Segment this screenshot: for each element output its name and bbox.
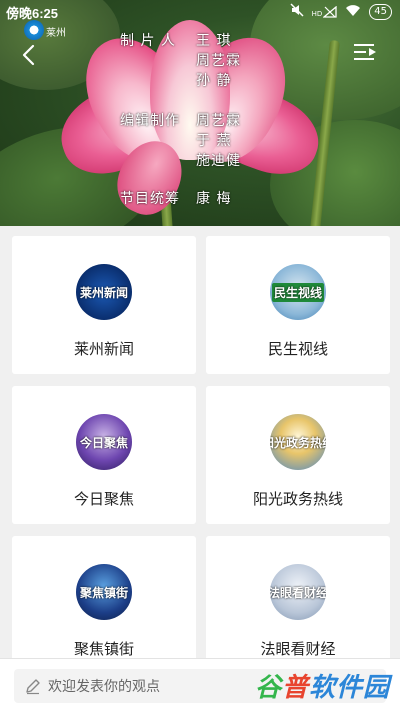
- program-card-fayan[interactable]: 法眼看财经 法眼看财经: [206, 536, 390, 658]
- battery-icon: 45: [369, 4, 392, 20]
- mute-icon: [290, 3, 304, 21]
- jujiao-zhenjie-icon: 聚焦镇街: [76, 564, 132, 620]
- signal-icon: HD: [312, 6, 338, 18]
- comment-placeholder: 欢迎发表你的观点: [48, 679, 160, 695]
- credit-role: 制 片 人: [120, 33, 176, 49]
- credit-name: 孙 静: [196, 73, 232, 89]
- playlist-icon: [354, 44, 376, 60]
- back-button[interactable]: [16, 40, 46, 70]
- minsheng-icon: 民生视线: [270, 264, 326, 320]
- program-label: 法眼看财经: [260, 640, 336, 658]
- jinri-jujiao-icon: 今日聚焦: [76, 414, 132, 470]
- program-card-laizhou-news[interactable]: 莱州新闻 莱州新闻: [12, 236, 196, 374]
- yangguang-icon: 阳光政务热线: [270, 414, 326, 470]
- chevron-left-icon: [22, 44, 35, 66]
- program-card-yangguang[interactable]: 阳光政务热线 阳光政务热线: [206, 386, 390, 524]
- program-card-jujiao-zhenjie[interactable]: 聚焦镇街 聚焦镇街: [12, 536, 196, 658]
- credit-name: 王 琪: [196, 33, 232, 49]
- credit-name: 周艺霖: [196, 113, 241, 129]
- credit-name: 施迪健: [196, 153, 241, 169]
- credit-role: 编辑制作: [120, 113, 180, 129]
- channel-logo-text: 莱州: [46, 28, 66, 39]
- status-bar: 傍晚6:25 HD 45: [0, 0, 400, 24]
- program-label: 阳光政务热线: [252, 490, 343, 508]
- comment-bar: 欢迎发表你的观点 谷普软件园: [0, 658, 400, 711]
- program-label: 今日聚焦: [73, 490, 134, 508]
- credit-name: 周艺霖: [196, 53, 241, 69]
- laizhou-news-icon: 莱州新闻: [76, 264, 132, 320]
- program-label: 莱州新闻: [73, 340, 134, 358]
- credit-name: 于 燕: [196, 133, 232, 149]
- pencil-icon: [26, 679, 40, 695]
- playlist-button[interactable]: [350, 40, 380, 64]
- watermark-logo: 谷普软件园: [254, 673, 390, 703]
- fayan-icon: 法眼看财经: [270, 564, 326, 620]
- program-label: 聚焦镇街: [73, 640, 134, 658]
- program-card-minsheng[interactable]: 民生视线 民生视线: [206, 236, 390, 374]
- program-label: 民生视线: [267, 340, 328, 358]
- credit-role: 节目统筹: [120, 191, 180, 207]
- video-player[interactable]: 制 片 人 王 琪 周艺霖 孙 静 编辑制作 周艺霖 于 燕 施迪健 节目统筹 …: [0, 0, 400, 226]
- channel-logo-icon: [24, 20, 44, 40]
- credit-name: 康 梅: [196, 191, 232, 207]
- wifi-icon: [345, 4, 361, 21]
- program-grid: 莱州新闻 莱州新闻 民生视线 民生视线 今日聚焦 今日聚焦 阳光政务热线 阳光政…: [0, 226, 400, 658]
- program-card-jinri-jujiao[interactable]: 今日聚焦 今日聚焦: [12, 386, 196, 524]
